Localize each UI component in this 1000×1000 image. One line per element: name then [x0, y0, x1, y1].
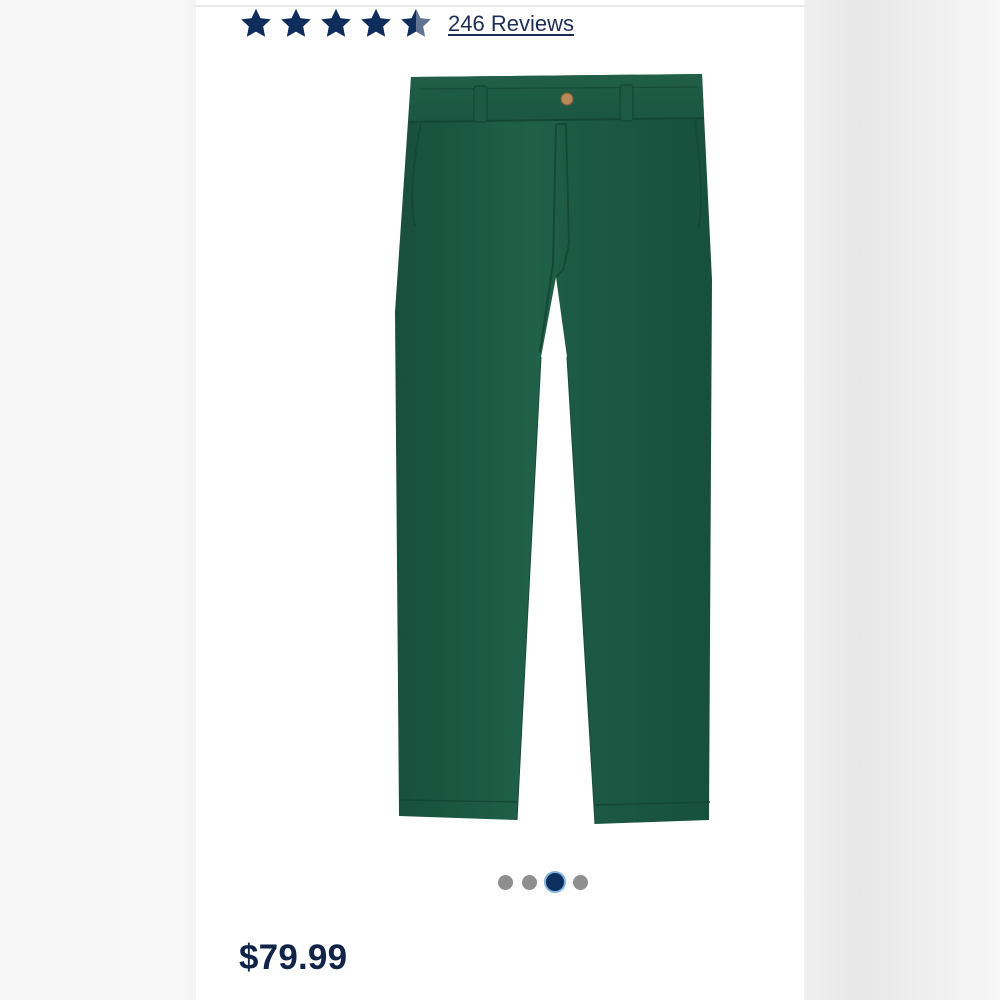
rating-stars	[238, 6, 434, 42]
star-icon	[321, 8, 351, 37]
product-page: 246 Reviews $79.99	[196, 0, 804, 1000]
product-price: $79.99	[239, 938, 348, 977]
carousel-dot[interactable]	[498, 874, 513, 890]
reviews-link[interactable]: 246 Reviews	[448, 11, 574, 37]
carousel-dot[interactable]	[522, 874, 537, 890]
half-star-icon	[401, 8, 431, 37]
carousel-dot-active[interactable]	[546, 873, 564, 891]
carousel-pagination	[498, 873, 588, 891]
carousel-dot[interactable]	[573, 874, 588, 890]
star-icon	[241, 8, 271, 37]
star-icon	[281, 8, 311, 37]
product-image-pants[interactable]	[391, 72, 721, 827]
star-icon	[361, 8, 391, 37]
rating-row: 246 Reviews	[238, 4, 574, 44]
